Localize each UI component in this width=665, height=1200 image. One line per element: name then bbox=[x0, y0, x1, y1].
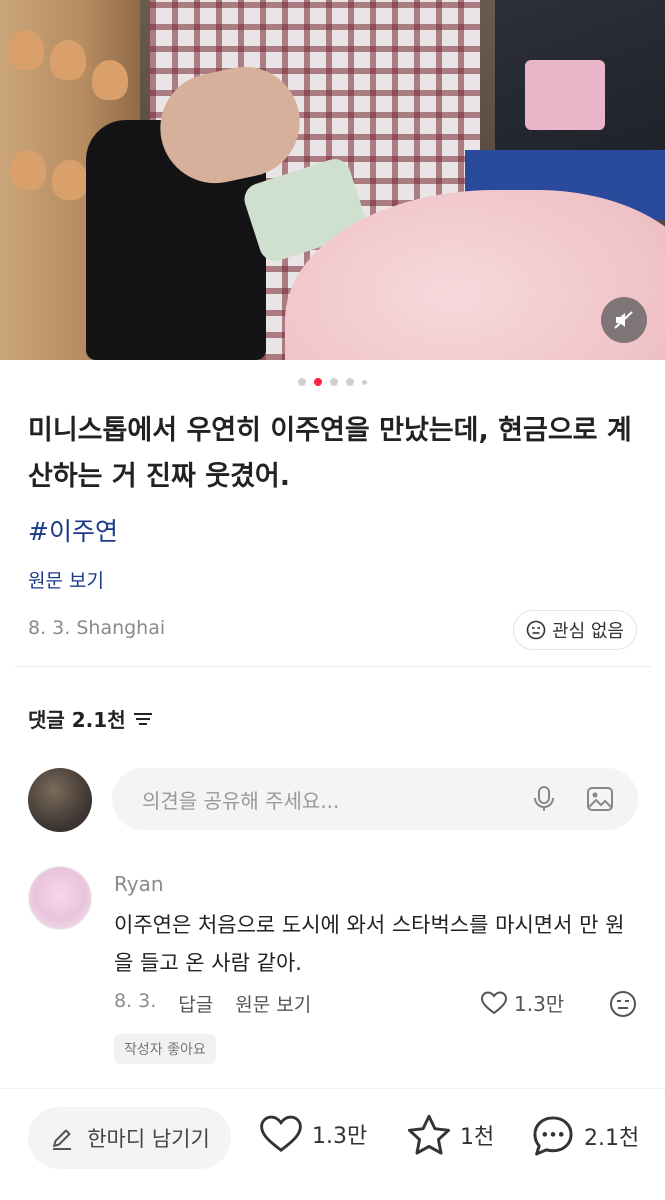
comments-count: 댓글 2.1천 bbox=[28, 708, 126, 732]
comment-view-original-link[interactable]: 원문 보기 bbox=[235, 990, 311, 1017]
heart-icon bbox=[480, 990, 508, 1014]
carousel-dot bbox=[346, 378, 354, 386]
comment-button[interactable]: 2.1천 bbox=[530, 1113, 639, 1159]
comment-author[interactable]: Ryan bbox=[114, 872, 164, 896]
sort-icon[interactable] bbox=[132, 710, 154, 728]
comment-meta: 8. 3. 답글 원문 보기 bbox=[114, 990, 311, 1017]
comment-input[interactable]: 의견을 공유해 주세요... bbox=[112, 768, 638, 830]
carousel-dot bbox=[330, 378, 338, 386]
speech-bubble-icon bbox=[533, 1116, 573, 1156]
neutral-face-icon bbox=[526, 620, 546, 640]
leave-comment-label: 한마디 남기기 bbox=[87, 1127, 210, 1151]
favorite-count: 1천 bbox=[460, 1125, 495, 1150]
carousel-dot-active bbox=[314, 378, 322, 386]
star-icon bbox=[407, 1114, 451, 1155]
divider bbox=[14, 666, 651, 667]
heart-icon bbox=[260, 1115, 302, 1152]
like-button[interactable]: 1.3만 bbox=[258, 1113, 367, 1155]
not-interested-label: 관심 없음 bbox=[552, 621, 624, 642]
carousel-dot bbox=[362, 379, 367, 385]
view-original-link[interactable]: 원문 보기 bbox=[28, 566, 104, 593]
comment-input-placeholder: 의견을 공유해 주세요... bbox=[142, 788, 340, 813]
not-interested-button[interactable]: 관심 없음 bbox=[513, 610, 637, 650]
speaker-muted-icon bbox=[614, 311, 633, 329]
comments-header[interactable]: 댓글 2.1천 bbox=[28, 704, 154, 733]
comment-react-button[interactable] bbox=[609, 990, 637, 1022]
neutral-face-icon bbox=[610, 991, 636, 1017]
leave-comment-button[interactable]: 한마디 남기기 bbox=[28, 1107, 231, 1169]
carousel-dot bbox=[298, 378, 306, 386]
post-date-location: 8. 3. Shanghai bbox=[28, 617, 166, 639]
image-icon[interactable] bbox=[586, 786, 614, 812]
comment-like-count: 1.3만 bbox=[514, 992, 565, 1016]
post-title: 미니스톱에서 우연히 이주연을 만났는데, 현금으로 계산하는 거 진짜 웃겼어… bbox=[28, 415, 632, 492]
comment-avatar[interactable] bbox=[28, 866, 92, 930]
microphone-icon[interactable] bbox=[532, 785, 556, 813]
mute-button[interactable] bbox=[601, 297, 647, 343]
comment-body: 이주연은 처음으로 도시에 와서 스타벅스를 마시면서 만 원을 들고 온 사람… bbox=[114, 913, 625, 975]
comment-like-button[interactable]: 1.3만 bbox=[480, 988, 564, 1017]
favorite-button[interactable]: 1천 bbox=[406, 1113, 494, 1157]
pencil-icon bbox=[53, 1129, 72, 1150]
comment-date: 8. 3. bbox=[114, 990, 157, 1012]
pink-box bbox=[525, 60, 605, 130]
like-count: 1.3만 bbox=[312, 1124, 368, 1149]
my-avatar[interactable] bbox=[28, 768, 92, 832]
author-liked-badge: 작성자 좋아요 bbox=[114, 1034, 216, 1064]
carousel-indicator bbox=[0, 378, 665, 386]
hashtag-link[interactable]: #이주연 bbox=[28, 512, 118, 548]
post-photo[interactable] bbox=[0, 0, 665, 360]
bottom-action-bar: 한마디 남기기 1.3만 1천 2.1천 bbox=[0, 1088, 665, 1200]
reply-button[interactable]: 답글 bbox=[178, 990, 213, 1017]
comment-count: 2.1천 bbox=[584, 1126, 640, 1151]
